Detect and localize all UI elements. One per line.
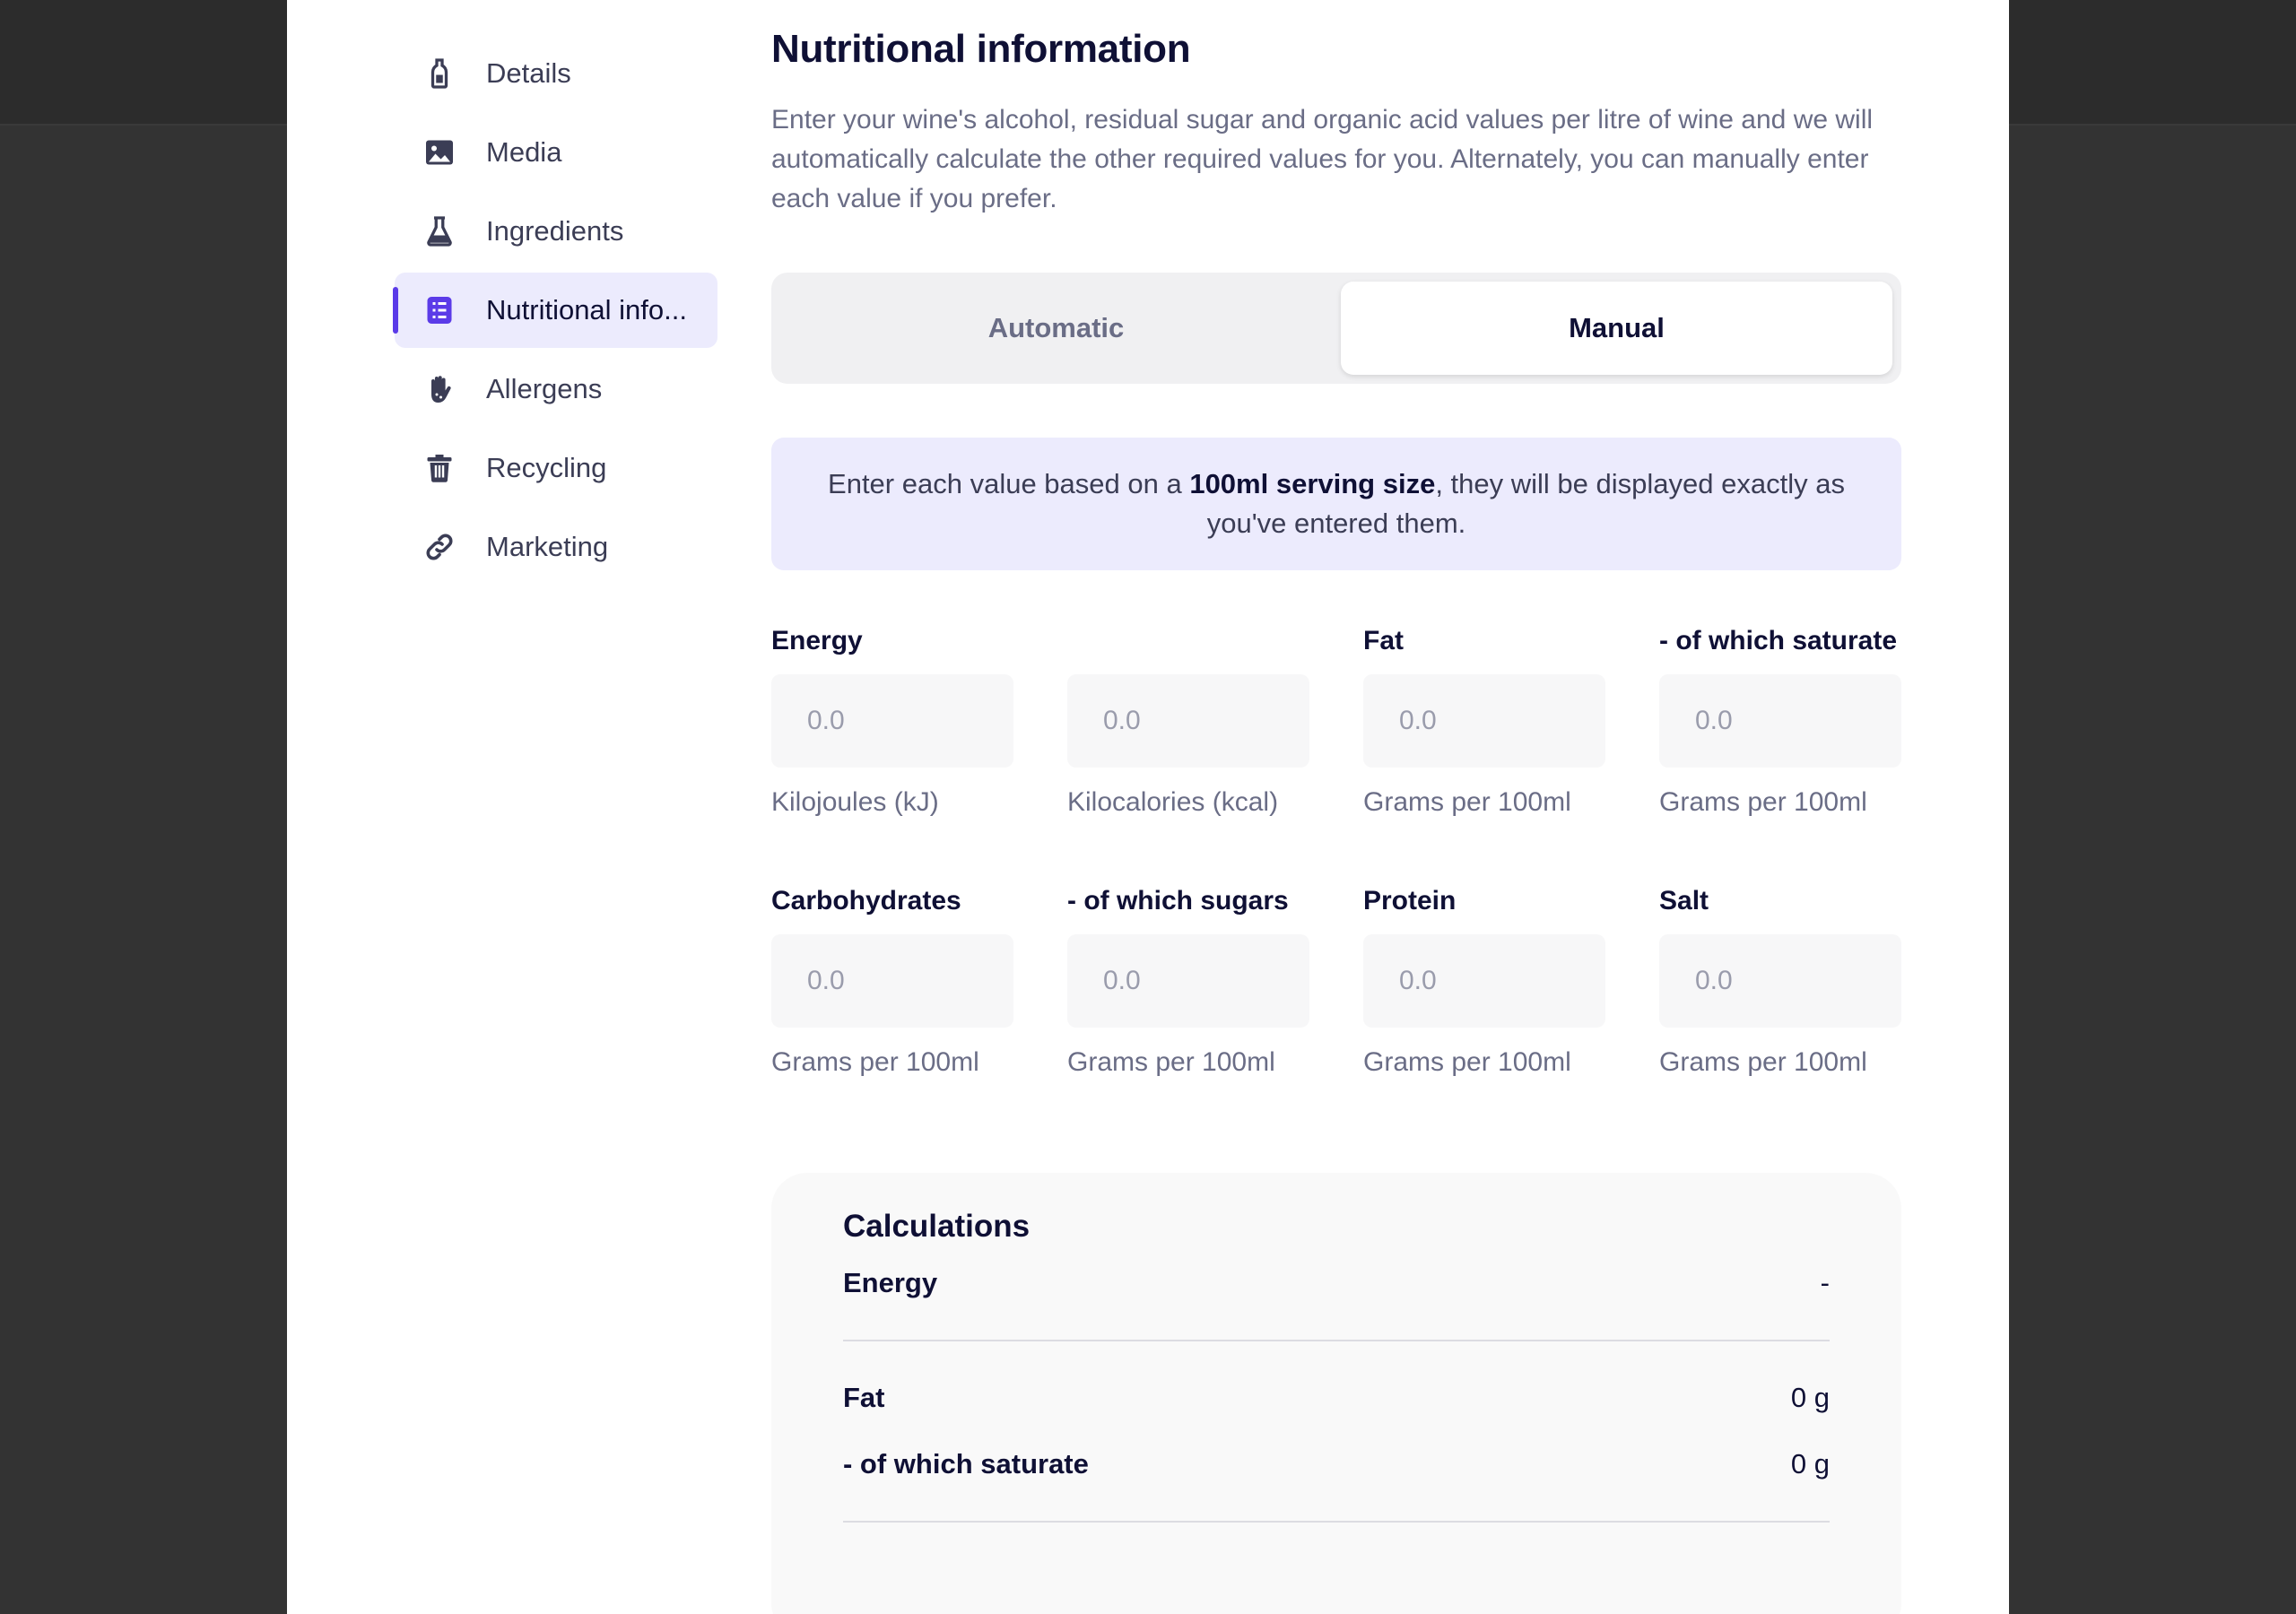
hand-icon [422, 371, 457, 407]
field-help: Grams per 100ml [1363, 1047, 1571, 1077]
content-panel: Details Media Ingredients Nutritional in… [287, 0, 2009, 1614]
field-label: - of which saturate [1659, 626, 1898, 655]
divider [843, 1340, 1830, 1341]
field-help: Kilocalories (kcal) [1067, 787, 1279, 817]
calc-label: - of which saturate [843, 1448, 1089, 1480]
sidebar-item-nutritional-info[interactable]: Nutritional info... [393, 273, 718, 348]
salt-field: Salt Grams per 100ml [1659, 886, 1901, 1078]
sidebar-item-details[interactable]: Details [395, 36, 718, 111]
field-label: Energy [771, 626, 863, 655]
mode-toggle: Automatic Manual [771, 273, 1901, 384]
sidebar-item-label: Media [486, 136, 562, 168]
field-help: Grams per 100ml [1659, 787, 1867, 817]
manual-mode-button[interactable]: Manual [1341, 282, 1892, 375]
page-title: Nutritional information [771, 27, 1191, 71]
energy-kj-field: Energy Kilojoules (kJ) [771, 626, 1013, 818]
calc-label: Fat [843, 1382, 885, 1413]
field-label: Fat [1363, 626, 1404, 655]
sugars-field: - of which sugars Grams per 100ml [1067, 886, 1309, 1078]
carbohydrates-input[interactable] [771, 934, 1013, 1028]
field-help: Kilojoules (kJ) [771, 787, 939, 817]
serving-size-notice: Enter each value based on a 100ml servin… [771, 438, 1901, 570]
calculations-title: Calculations [843, 1209, 1031, 1244]
flask-icon [422, 213, 457, 249]
energy-kj-input[interactable] [771, 674, 1013, 768]
intro-text: Enter your wine's alcohol, residual suga… [771, 105, 1874, 213]
sidebar-item-ingredients[interactable]: Ingredients [395, 194, 718, 269]
notice-text: Enter each value based on a 100ml servin… [828, 468, 1845, 539]
field-help: Grams per 100ml [1363, 787, 1571, 817]
automatic-mode-button[interactable]: Automatic [780, 282, 1332, 375]
carbohydrates-field: Carbohydrates Grams per 100ml [771, 886, 1013, 1078]
trash-icon [422, 450, 457, 486]
link-icon [422, 529, 457, 565]
sidebar-item-allergens[interactable]: Allergens [395, 351, 718, 427]
field-help: Grams per 100ml [771, 1047, 979, 1077]
field-help: Grams per 100ml [1659, 1047, 1867, 1077]
calc-value: 0 g [1790, 1448, 1830, 1480]
sidebar-item-media[interactable]: Media [395, 115, 718, 190]
saturate-input[interactable] [1659, 674, 1901, 768]
sidebar-item-recycling[interactable]: Recycling [395, 430, 718, 506]
calc-value: - [1820, 1267, 1830, 1298]
sidebar-item-label: Recycling [486, 452, 607, 483]
calc-row-saturate: - of which saturate 0 g [843, 1431, 1830, 1497]
energy-kcal-field: Kilocalories (kcal) [1067, 626, 1309, 818]
image-icon [422, 134, 457, 170]
field-label [1067, 626, 1309, 662]
sidebar-item-label: Marketing [486, 531, 609, 562]
document-list-icon [422, 292, 457, 328]
bottle-icon [422, 56, 457, 91]
calc-row-energy: Energy - [843, 1250, 1830, 1316]
divider [843, 1521, 1830, 1523]
calc-row-fat: Fat 0 g [843, 1365, 1830, 1431]
sugars-input[interactable] [1067, 934, 1309, 1028]
field-label: - of which sugars [1067, 886, 1289, 915]
protein-input[interactable] [1363, 934, 1605, 1028]
serving-size-emphasis: 100ml serving size [1189, 468, 1436, 499]
calc-value: 0 g [1790, 1382, 1830, 1413]
sidebar-item-marketing[interactable]: Marketing [395, 509, 718, 585]
fat-field: Fat Grams per 100ml [1363, 626, 1605, 818]
sidebar-nav: Details Media Ingredients Nutritional in… [393, 36, 718, 588]
energy-kcal-input[interactable] [1067, 674, 1309, 768]
sidebar-item-label: Ingredients [486, 215, 624, 247]
saturate-field: - of which saturate Grams per 100ml [1659, 626, 1901, 818]
calculations-card: Calculations Energy - Fat 0 g - of which… [771, 1173, 1901, 1614]
field-label: Protein [1363, 886, 1457, 915]
sidebar-item-label: Allergens [486, 373, 603, 404]
field-label: Salt [1659, 886, 1709, 915]
nutrition-fields-grid: Energy Kilojoules (kJ) Kilocalories (kca… [771, 626, 1901, 1078]
sidebar-item-label: Details [486, 57, 571, 89]
nutrition-main: Nutritional information Enter your wine'… [771, 27, 1901, 1614]
sidebar-item-label: Nutritional info... [486, 294, 687, 325]
calc-label: Energy [843, 1267, 938, 1298]
protein-field: Protein Grams per 100ml [1363, 886, 1605, 1078]
fat-input[interactable] [1363, 674, 1605, 768]
field-label: Carbohydrates [771, 886, 961, 915]
field-help: Grams per 100ml [1067, 1047, 1275, 1077]
salt-input[interactable] [1659, 934, 1901, 1028]
